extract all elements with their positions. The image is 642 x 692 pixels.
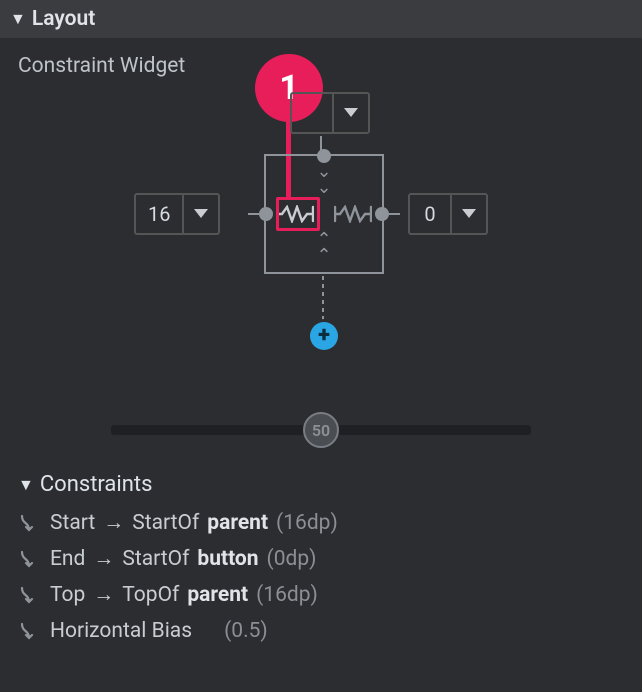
constraint-attr: Horizontal Bias <box>50 619 192 643</box>
horizontal-size-mode <box>266 198 382 230</box>
wrap-chevron-icon: ⌄ <box>316 182 331 194</box>
constraint-row[interactable]: Horizontal Bias (0.5) <box>16 613 626 649</box>
top-constraint-handle[interactable] <box>317 149 331 163</box>
constraint-icon <box>18 583 42 607</box>
size-mode-end-half[interactable] <box>324 198 382 230</box>
start-constraint-handle[interactable] <box>259 207 273 221</box>
plus-icon: + <box>318 325 330 347</box>
constraints-section-header[interactable]: ▼ Constraints <box>18 472 626 497</box>
horizontal-bias-slider[interactable]: 50 <box>111 410 531 450</box>
wrap-chevron-icon: ⌄ <box>316 166 331 178</box>
constraint-value: (16dp) <box>256 583 318 607</box>
constraint-value: (0dp) <box>267 547 317 571</box>
constraint-attr: Top <box>50 583 85 607</box>
constraint-target: button <box>197 547 258 571</box>
constraint-value: (0.5) <box>224 619 268 643</box>
margin-end-dropdown-arrow[interactable] <box>450 195 486 233</box>
constraint-value: (16dp) <box>276 511 338 535</box>
constraint-icon <box>18 511 42 535</box>
bottom-unconstrained-indicator <box>322 276 324 324</box>
collapse-caret-icon: ▼ <box>18 477 34 493</box>
end-constraint-handle[interactable] <box>375 207 389 221</box>
constraint-row[interactable]: Top → TopOf parent (16dp) <box>16 577 626 613</box>
margin-end-value: 0 <box>410 202 450 226</box>
arrow-right-icon: → <box>93 547 114 571</box>
layout-panel: Constraint Widget 1 16 0 <box>0 38 642 659</box>
constraint-icon <box>18 619 42 643</box>
constraint-view-box[interactable]: ⌄ ⌄ ⌃ ⌃ <box>264 154 384 274</box>
margin-top-dropdown-arrow[interactable] <box>332 94 368 132</box>
arrow-right-icon: → <box>103 511 124 535</box>
constraint-widget-stage: 1 16 0 ⌄ ⌄ <box>16 86 626 376</box>
collapse-caret-icon: ▼ <box>10 11 26 27</box>
margin-start-value: 16 <box>136 202 182 226</box>
chevron-down-icon <box>194 209 208 219</box>
constraint-attr: End <box>50 547 85 571</box>
spring-icon <box>276 205 314 223</box>
layout-section-title: Layout <box>32 7 95 31</box>
constraint-relation: StartOf <box>132 511 199 535</box>
add-bottom-constraint-button[interactable]: + <box>310 322 338 350</box>
slider-value: 50 <box>312 421 330 440</box>
constraint-widget-label: Constraint Widget <box>18 54 626 78</box>
constraint-target: parent <box>207 511 268 535</box>
chevron-down-icon <box>344 108 358 118</box>
constraint-target: parent <box>187 583 248 607</box>
wrap-chevron-icon: ⌃ <box>316 234 331 246</box>
constraint-row[interactable]: End → StartOf button (0dp) <box>16 541 626 577</box>
constraints-list: Start → StartOf parent (16dp) End → Star… <box>16 505 626 649</box>
constraint-attr: Start <box>50 511 95 535</box>
margin-start-dropdown-arrow[interactable] <box>182 195 218 233</box>
arrow-right-icon: → <box>93 583 114 607</box>
margin-start-dropdown[interactable]: 16 <box>134 193 220 235</box>
chevron-down-icon <box>462 209 476 219</box>
constraint-row[interactable]: Start → StartOf parent (16dp) <box>16 505 626 541</box>
constraint-relation: TopOf <box>122 583 179 607</box>
wrap-chevron-icon: ⌃ <box>316 250 331 262</box>
margin-top-dropdown[interactable] <box>290 92 370 134</box>
constraint-icon <box>18 547 42 571</box>
margin-end-dropdown[interactable]: 0 <box>408 193 488 235</box>
size-mode-start-half[interactable] <box>266 198 324 230</box>
slider-thumb[interactable]: 50 <box>303 412 339 448</box>
constraints-section-title: Constraints <box>40 472 153 497</box>
layout-section-header[interactable]: ▼ Layout <box>0 0 642 38</box>
spring-icon <box>334 205 372 223</box>
constraint-relation: StartOf <box>122 547 189 571</box>
